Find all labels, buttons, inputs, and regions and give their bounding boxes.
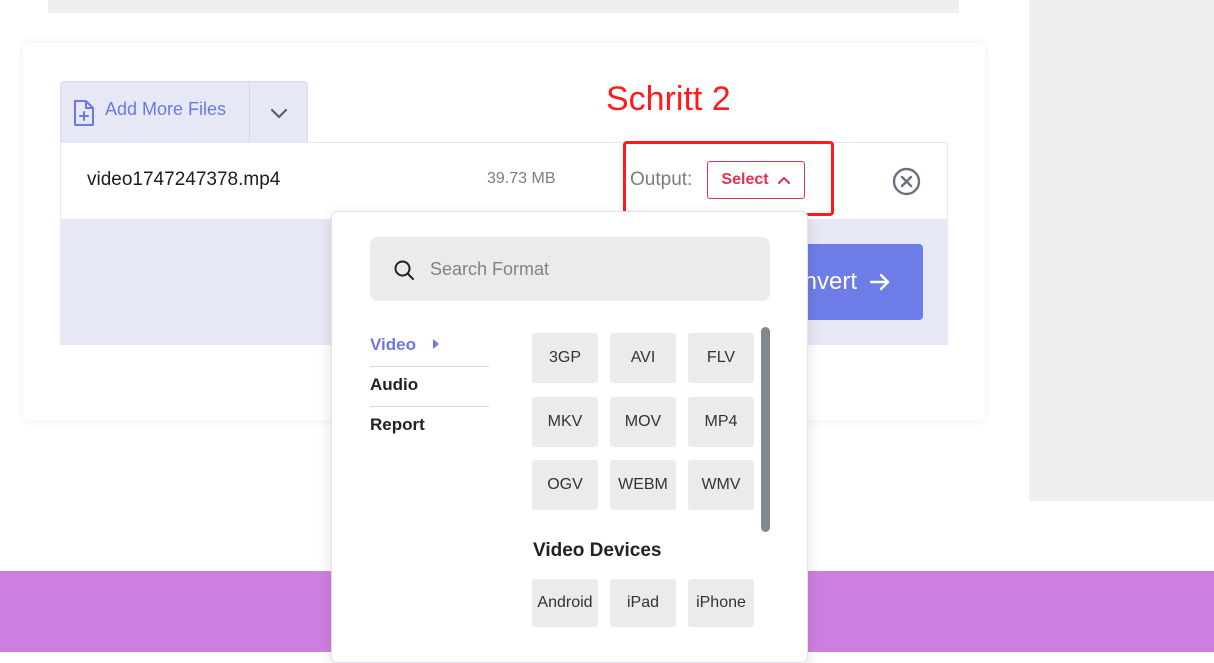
video-devices-heading: Video Devices: [533, 540, 662, 561]
output-format-select-button[interactable]: Select: [707, 161, 805, 199]
remove-file-icon[interactable]: [892, 167, 921, 196]
search-format-input[interactable]: [430, 255, 750, 283]
device-ipad[interactable]: iPad: [610, 579, 676, 627]
format-list-scrollbar[interactable]: [761, 327, 770, 532]
caret-right-icon: [433, 339, 439, 349]
category-divider: [370, 406, 489, 407]
sidebar-background: [1029, 0, 1214, 501]
annotation-step-label: Schritt 2: [606, 80, 731, 118]
device-iphone[interactable]: iPhone: [688, 579, 754, 627]
chevron-down-icon: [270, 108, 288, 118]
format-wmv[interactable]: WMV: [688, 460, 754, 510]
category-audio[interactable]: Audio: [370, 375, 418, 395]
search-icon: [394, 260, 414, 280]
format-webm[interactable]: WEBM: [610, 460, 676, 510]
format-avi[interactable]: AVI: [610, 333, 676, 383]
format-mov[interactable]: MOV: [610, 397, 676, 447]
file-add-icon: [74, 100, 94, 126]
top-panel-background: [48, 0, 959, 13]
category-report[interactable]: Report: [370, 415, 425, 435]
add-files-dropdown-toggle[interactable]: [250, 82, 308, 143]
format-mp4[interactable]: MP4: [688, 397, 754, 447]
add-more-files-button[interactable]: Add More Files: [61, 82, 249, 143]
format-3gp[interactable]: 3GP: [532, 333, 598, 383]
output-label: Output:: [630, 169, 693, 190]
file-name: video1747247378.mp4: [87, 169, 281, 190]
file-size: 39.73 MB: [487, 170, 556, 187]
add-more-files-label: Add More Files: [105, 99, 227, 119]
add-files-bar: Add More Files: [60, 81, 308, 143]
chevron-up-icon: [777, 176, 790, 184]
arrow-right-icon: [869, 273, 890, 291]
format-flv[interactable]: FLV: [688, 333, 754, 383]
select-button-label: Select: [721, 171, 769, 188]
category-divider: [370, 366, 489, 367]
format-mkv[interactable]: MKV: [532, 397, 598, 447]
category-video[interactable]: Video: [370, 335, 416, 355]
device-android[interactable]: Android: [532, 579, 598, 627]
format-ogv[interactable]: OGV: [532, 460, 598, 510]
